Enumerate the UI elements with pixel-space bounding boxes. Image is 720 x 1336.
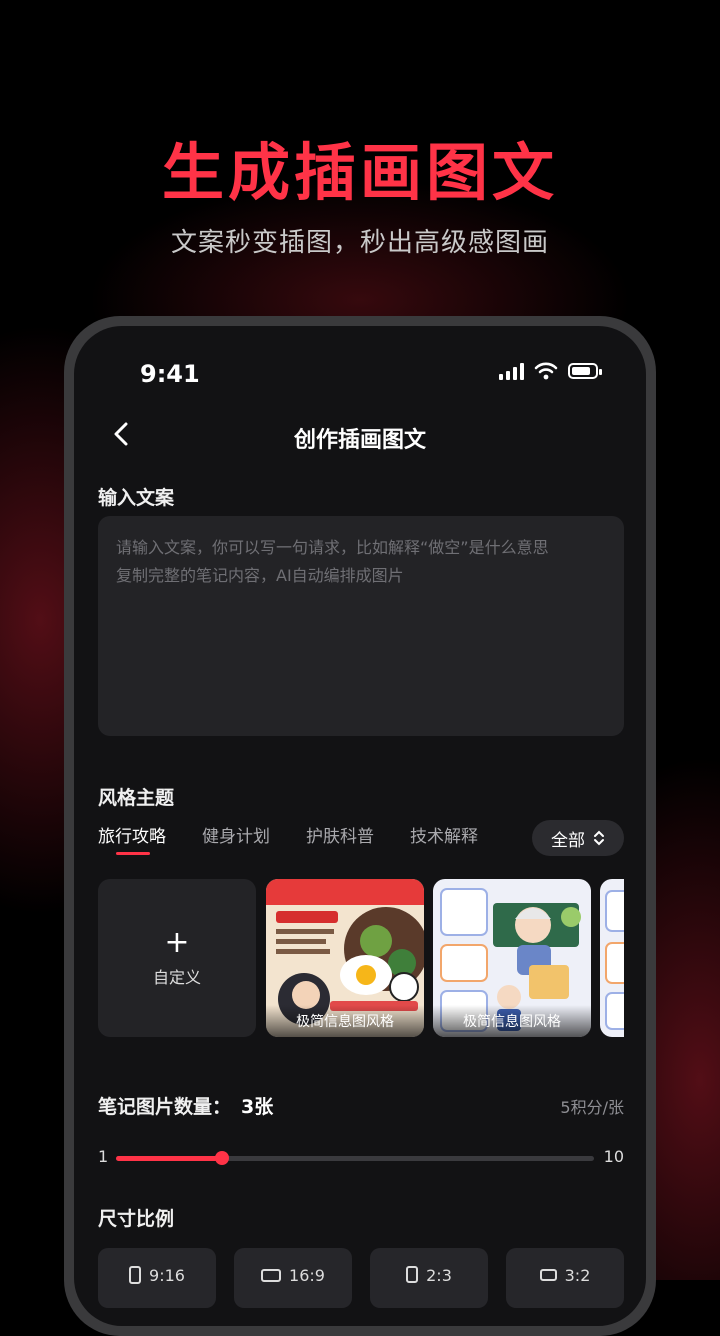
page-title: 创作插画图文 [293, 428, 426, 453]
ratio-label: 16:9 [289, 1266, 325, 1285]
image-count-label: 笔记图片数量： [98, 1096, 232, 1118]
ratio-label: 9:16 [149, 1266, 185, 1285]
slider-max-label: 10 [603, 1147, 624, 1166]
phone-screen: 9:41 创作插画图文 输入文案 请输入文案，你可以写一句请求，比如解释“做空”… [74, 326, 646, 1326]
status-time: 9:41 [140, 360, 200, 388]
tab-skincare[interactable]: 护肤科普 [306, 822, 374, 847]
hero-subtitle: 文案秒变插图，秒出高级感图画 [170, 228, 549, 258]
slider-track[interactable] [116, 1151, 594, 1165]
ratio-label: 2:3 [426, 1266, 452, 1285]
slider-min-label: 1 [98, 1147, 109, 1166]
wifi-icon [534, 362, 558, 380]
signal-icon [499, 362, 524, 380]
style-card-classroom[interactable]: 极简信息图风格 [433, 879, 591, 1037]
slider-thumb[interactable] [215, 1151, 230, 1165]
style-card-partial[interactable] [600, 879, 624, 1037]
size-section-label: 尺寸比例 [98, 1208, 175, 1230]
tab-fitness[interactable]: 健身计划 [202, 822, 270, 847]
battery-icon [568, 363, 602, 379]
tab-tech[interactable]: 技术解释 [410, 822, 478, 847]
portrait-frame-icon [406, 1266, 419, 1283]
ratio-option-2-3[interactable]: 2:3 [370, 1248, 488, 1308]
input-section-label: 输入文案 [98, 487, 175, 509]
style-tabs: 旅行攻略 健身计划 护肤科普 技术解释 [98, 822, 514, 855]
chevron-up-down-icon [594, 830, 604, 846]
portrait-frame-icon [129, 1266, 142, 1284]
copywriting-input[interactable]: 请输入文案，你可以写一句请求，比如解释“做空”是什么意思 复制完整的笔记内容，A… [98, 516, 624, 736]
style-section-label: 风格主题 [98, 787, 175, 809]
cost-per-image: 5积分/张 [560, 1098, 624, 1117]
tab-travel[interactable]: 旅行攻略 [98, 822, 166, 855]
aspect-ratio-options: 9:16 16:9 2:3 3:2 [98, 1248, 624, 1308]
ratio-option-9-16[interactable]: 9:16 [98, 1248, 216, 1308]
style-card-caption: 极简信息图风格 [266, 1005, 424, 1037]
custom-style-card[interactable]: + 自定义 [98, 879, 256, 1037]
all-styles-button[interactable]: 全部 [532, 820, 624, 856]
style-card-caption: 极简信息图风格 [433, 1005, 591, 1037]
status-icons [499, 362, 602, 380]
style-card-food[interactable]: 极简信息图风格 [266, 879, 424, 1037]
landscape-frame-icon [539, 1269, 557, 1281]
image-count-value: 3张 [241, 1096, 274, 1118]
custom-style-label: 自定义 [152, 968, 201, 987]
hero-title: 生成插画图文 [161, 136, 558, 209]
image-count-slider[interactable]: 1 10 [98, 1146, 624, 1170]
ratio-option-3-2[interactable]: 3:2 [506, 1248, 624, 1308]
image-count-row: 笔记图片数量： 3张 5积分/张 [98, 1092, 624, 1119]
slider-fill [116, 1156, 223, 1161]
ratio-label: 3:2 [564, 1266, 591, 1285]
ratio-option-16-9[interactable]: 16:9 [234, 1248, 352, 1308]
all-styles-label: 全部 [551, 830, 585, 851]
partial-illustration-thumbnail [600, 879, 624, 1037]
style-card-list: + 自定义 极简信息图风格 极简信息图风格 [98, 879, 624, 1039]
phone-frame: 9:41 创作插画图文 输入文案 请输入文案，你可以写一句请求，比如解释“做空”… [64, 316, 656, 1336]
plus-icon: + [164, 925, 190, 960]
landscape-frame-icon [261, 1269, 282, 1282]
